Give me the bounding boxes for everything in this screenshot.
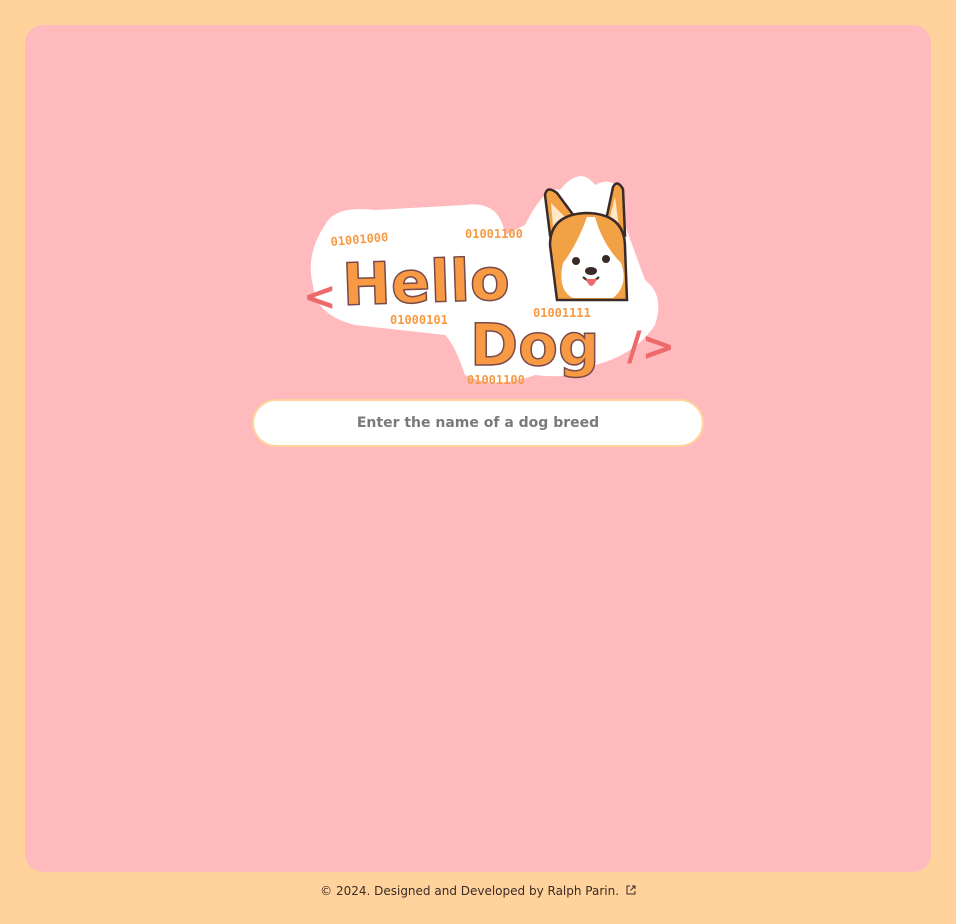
footer-credit-text[interactable]: © 2024. Designed and Developed by Ralph … [320,884,619,898]
external-link-icon[interactable] [626,884,636,898]
logo-bracket-right: /> [627,324,675,370]
binary-text-2: 01001100 [465,227,523,241]
hello-dog-logo: 01001000 01001100 01000101 01001111 0100… [295,165,695,405]
logo-word-hello: Hello [341,245,511,319]
search-bar [252,399,704,447]
breed-search-input[interactable] [252,399,704,447]
footer: © 2024. Designed and Developed by Ralph … [0,884,956,898]
logo-word-dog: Dog [470,311,600,379]
main-panel: 01001000 01001100 01000101 01001111 0100… [25,25,931,872]
logo-bracket-left: < [303,274,337,320]
